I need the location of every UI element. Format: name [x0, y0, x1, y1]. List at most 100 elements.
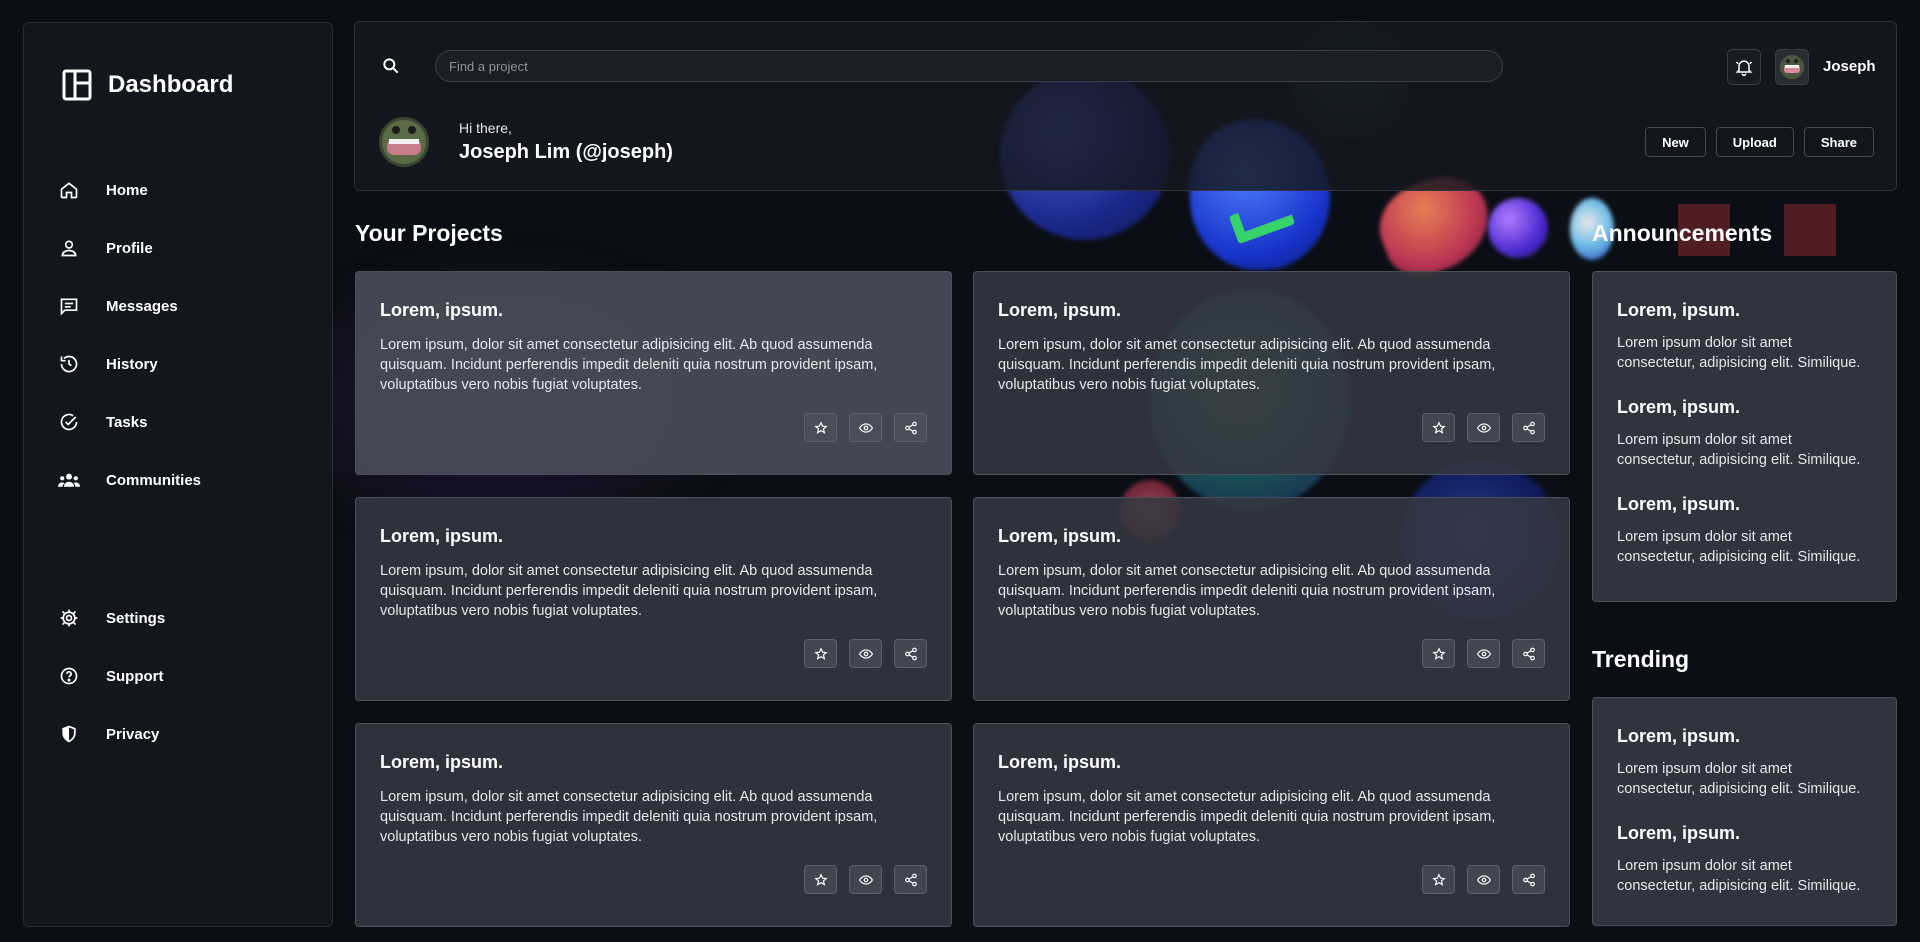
announcement-title: Lorem, ipsum.: [1617, 300, 1741, 320]
announcements-title: Announcements: [1592, 220, 1773, 246]
eye-icon: [1476, 647, 1492, 661]
project-card-title: Lorem, ipsum.: [380, 752, 504, 772]
brand[interactable]: Dashboard: [62, 69, 233, 101]
sidebar-item-settings[interactable]: Settings: [58, 589, 165, 647]
view-button[interactable]: [849, 413, 882, 442]
view-button[interactable]: [849, 639, 882, 668]
project-card[interactable]: Lorem, ipsum. Lorem ipsum, dolor sit amet…: [355, 271, 952, 475]
share-icon: [904, 421, 918, 435]
project-card-actions: [804, 639, 927, 668]
brand-title: Dashboard: [108, 71, 234, 98]
greeting: Hi there,: [459, 120, 512, 136]
secondary-nav: Settings Support Privacy: [58, 589, 165, 763]
project-card-description: Lorem ipsum, dolor sit amet consectetur …: [998, 337, 1496, 393]
project-card[interactable]: Lorem, ipsum. Lorem ipsum, dolor sit amet…: [973, 723, 1570, 927]
sidebar-item-support[interactable]: Support: [58, 647, 165, 705]
sidebar-item-tasks[interactable]: Tasks: [58, 393, 201, 451]
announcement-title: Lorem, ipsum.: [1617, 397, 1741, 417]
new-button[interactable]: New: [1645, 127, 1706, 157]
avatar[interactable]: [1775, 49, 1809, 85]
view-button[interactable]: [1467, 413, 1500, 442]
share-project-button[interactable]: [1512, 639, 1545, 668]
share-project-button[interactable]: [1512, 413, 1545, 442]
trending-item-body: Lorem ipsum dolor sit amet consectetur, …: [1617, 858, 1861, 894]
trending-item[interactable]: Lorem, ipsum. Lorem ipsum dolor sit amet…: [1617, 726, 1872, 799]
eye-icon: [858, 647, 874, 661]
profile-avatar[interactable]: [379, 117, 429, 167]
star-button[interactable]: [804, 865, 837, 894]
share-project-button[interactable]: [894, 865, 927, 894]
search-input[interactable]: [435, 50, 1503, 82]
project-card-actions: [804, 413, 927, 442]
announcement-item[interactable]: Lorem, ipsum. Lorem ipsum dolor sit amet…: [1617, 300, 1872, 373]
user-fullname: Joseph Lim (@joseph): [459, 141, 673, 163]
sidebar-item-label: Support: [106, 667, 164, 685]
project-card[interactable]: Lorem, ipsum. Lorem ipsum, dolor sit amet…: [355, 723, 952, 927]
view-button[interactable]: [849, 865, 882, 894]
eye-icon: [858, 873, 874, 887]
history-icon: [58, 353, 80, 375]
project-card[interactable]: Lorem, ipsum. Lorem ipsum, dolor sit amet…: [973, 271, 1570, 475]
sidebar-item-privacy[interactable]: Privacy: [58, 705, 165, 763]
share-icon: [1522, 647, 1536, 661]
share-project-button[interactable]: [1512, 865, 1545, 894]
eye-icon: [858, 421, 874, 435]
eye-icon: [1476, 873, 1492, 887]
star-button[interactable]: [1422, 413, 1455, 442]
star-icon: [1431, 646, 1446, 661]
sidebar-item-label: Home: [106, 181, 148, 199]
eye-icon: [1476, 421, 1492, 435]
star-button[interactable]: [1422, 639, 1455, 668]
header: Joseph Hi there, Joseph Lim (@joseph) Ne…: [354, 21, 1897, 191]
notifications-button[interactable]: [1727, 49, 1761, 85]
trending-item-title: Lorem, ipsum.: [1617, 726, 1741, 746]
share-project-button[interactable]: [894, 639, 927, 668]
sidebar-item-label: Communities: [106, 471, 202, 489]
main-nav: Home Profile Messages History Tasks Comm…: [58, 161, 201, 509]
star-icon: [1431, 420, 1446, 435]
search-icon[interactable]: [381, 56, 401, 81]
sidebar: Dashboard Home Profile Messages History: [23, 22, 333, 927]
view-button[interactable]: [1467, 639, 1500, 668]
project-card-actions: [1422, 865, 1545, 894]
sidebar-item-communities[interactable]: Communities: [58, 451, 201, 509]
star-icon: [1431, 872, 1446, 887]
sidebar-item-history[interactable]: History: [58, 335, 201, 393]
announcement-body: Lorem ipsum dolor sit amet consectetur, …: [1617, 432, 1861, 468]
projects-title: Your Projects: [355, 220, 503, 246]
check-circle-icon: [58, 411, 80, 433]
project-card-description: Lorem ipsum, dolor sit amet consectetur …: [380, 789, 878, 845]
sidebar-item-label: History: [106, 355, 158, 373]
star-button[interactable]: [804, 639, 837, 668]
dashboard-logo-icon: [62, 69, 92, 101]
trending-item[interactable]: Lorem, ipsum. Lorem ipsum dolor sit amet…: [1617, 823, 1872, 896]
share-icon: [904, 873, 918, 887]
trending-panel: Lorem, ipsum. Lorem ipsum dolor sit amet…: [1592, 697, 1897, 926]
share-icon: [904, 647, 918, 661]
sidebar-item-profile[interactable]: Profile: [58, 219, 201, 277]
announcement-item[interactable]: Lorem, ipsum. Lorem ipsum dolor sit amet…: [1617, 494, 1872, 567]
trending-item-body: Lorem ipsum dolor sit amet consectetur, …: [1617, 761, 1861, 797]
project-card-actions: [804, 865, 927, 894]
project-card-actions: [1422, 639, 1545, 668]
announcement-item[interactable]: Lorem, ipsum. Lorem ipsum dolor sit amet…: [1617, 397, 1872, 470]
star-button[interactable]: [1422, 865, 1455, 894]
project-card-description: Lorem ipsum, dolor sit amet consectetur …: [998, 789, 1496, 845]
group-icon: [58, 469, 80, 491]
sidebar-item-home[interactable]: Home: [58, 161, 201, 219]
share-button[interactable]: Share: [1803, 127, 1874, 157]
project-card[interactable]: Lorem, ipsum. Lorem ipsum, dolor sit amet…: [355, 497, 952, 701]
trending-title: Trending: [1592, 646, 1690, 672]
upload-button[interactable]: Upload: [1715, 127, 1794, 157]
trending-item-title: Lorem, ipsum.: [1617, 823, 1741, 843]
view-button[interactable]: [1467, 865, 1500, 894]
sidebar-item-messages[interactable]: Messages: [58, 277, 201, 335]
project-card[interactable]: Lorem, ipsum. Lorem ipsum, dolor sit amet…: [973, 497, 1570, 701]
project-card-title: Lorem, ipsum.: [998, 300, 1122, 320]
sidebar-item-label: Profile: [106, 239, 153, 257]
username[interactable]: Joseph: [1823, 58, 1876, 75]
project-card-title: Lorem, ipsum.: [998, 526, 1122, 546]
star-button[interactable]: [804, 413, 837, 442]
share-project-button[interactable]: [894, 413, 927, 442]
sidebar-item-label: Messages: [106, 297, 178, 315]
